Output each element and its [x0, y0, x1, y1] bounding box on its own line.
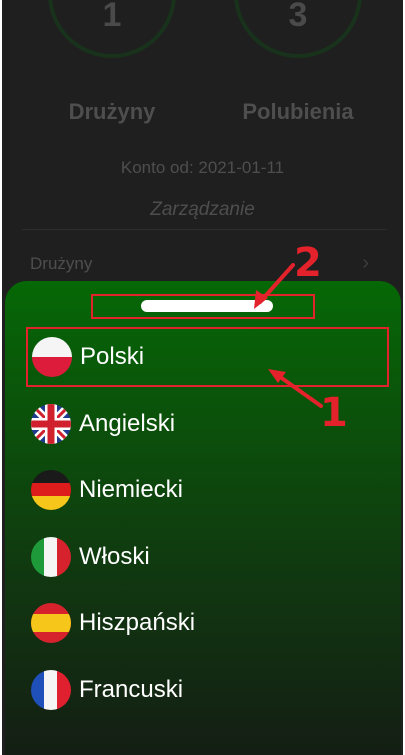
annotation-marker-1: 1 [320, 390, 348, 436]
annotation-arrows [254, 263, 323, 408]
annotation-marker-2: 2 [294, 240, 322, 286]
app-screen: 1 3 Drużyny Polubienia Konto od: 2021-01… [2, 0, 403, 755]
